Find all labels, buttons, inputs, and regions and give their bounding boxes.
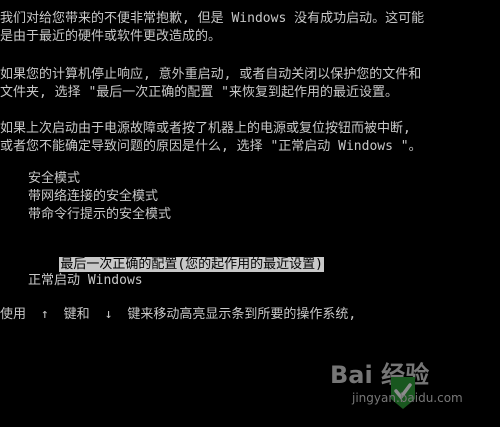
footer-and: 键和 <box>63 307 90 322</box>
menu-item-safe-mode-network[interactable]: 带网络连接的安全模式 <box>28 188 158 206</box>
watermark-url: jingyan.baidu.com <box>352 391 463 405</box>
footer-use: 使用 <box>0 307 27 322</box>
highlight-bar: 最后一次正确的配置(您的起作用的最近设置) <box>59 257 324 272</box>
intro-line-1: 我们对给您带来的不便非常抱歉, 但是 Windows 没有成功启动。这可能 <box>0 11 425 26</box>
intro-line-2: 是由于最近的硬件或软件更改造成的。 <box>0 29 222 44</box>
footer-rest: 键来移动高亮显示条到所要的操作系统, <box>127 307 357 322</box>
footer-hint: 使用 ↑ 键和 ↓ 键来移动高亮显示条到所要的操作系统, <box>0 306 356 324</box>
menu-item-safe-mode-cmd[interactable]: 带命令行提示的安全模式 <box>28 206 171 224</box>
menu-item-start-normally[interactable]: 正常启动 Windows <box>28 272 143 290</box>
menu-item-safe-mode[interactable]: 安全模式 <box>28 170 80 188</box>
para3-line-2: 或者您不能确定导致问题的原因是什么, 选择 "正常启动 Windows "。 <box>0 139 422 154</box>
para2-line-2: 文件夹, 选择 "最后一次正确的配置 "来恢复到起作用的最近设置。 <box>0 85 398 100</box>
para2-line-1: 如果您的计算机停止响应, 意外重启动, 或者自动关闭以保护您的文件和 <box>0 67 422 82</box>
menu-item-last-known-good[interactable]: 最后一次正确的配置(您的起作用的最近设置) <box>28 238 324 272</box>
up-arrow-icon: ↑ <box>40 307 49 322</box>
para3-line-1: 如果上次启动由于电源故障或者按了机器上的电源或复位按钮而被中断, <box>0 121 411 136</box>
baidu-jingyan-watermark: Bai 经验 jingyan.baidu.com <box>330 355 500 427</box>
down-arrow-icon: ↓ <box>104 307 113 322</box>
